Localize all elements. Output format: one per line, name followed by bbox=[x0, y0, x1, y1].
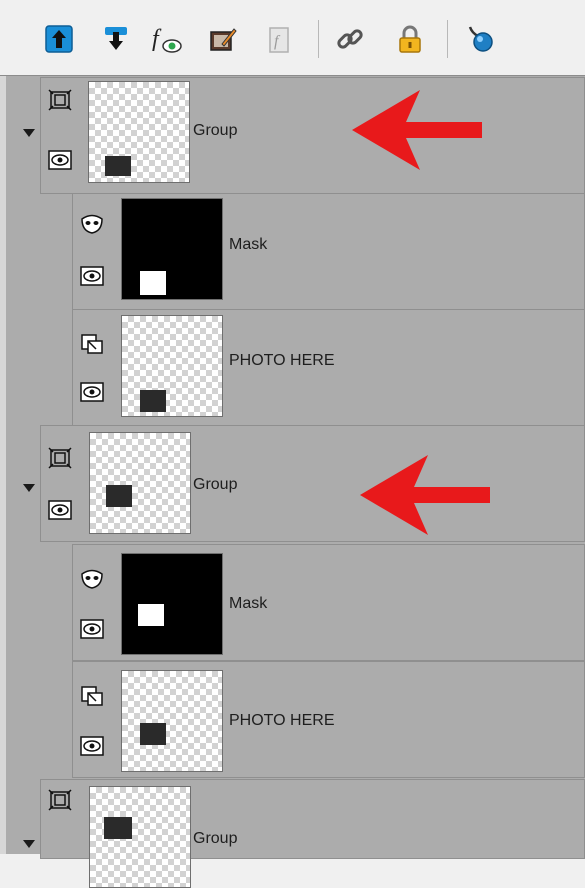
edit-layer-icon bbox=[210, 28, 237, 51]
layers-panel: Group Mask PHOTO HERE Group Mask PHOTO H… bbox=[0, 76, 585, 888]
layer-name-label: Group bbox=[193, 476, 238, 493]
edit-layer-button[interactable] bbox=[206, 22, 240, 56]
layer-row-group[interactable]: Group bbox=[40, 77, 585, 194]
layer-thumbnail bbox=[121, 315, 223, 417]
group-layer-icon bbox=[47, 788, 73, 812]
move-layer-up-icon bbox=[45, 25, 73, 53]
layer-thumbnail bbox=[89, 432, 191, 534]
layers-toolbar: f f bbox=[0, 0, 585, 76]
visibility-eye-icon[interactable] bbox=[79, 734, 105, 758]
layer-style-icon: f bbox=[269, 27, 289, 53]
layer-name-label: Mask bbox=[229, 595, 268, 612]
link-icon bbox=[337, 29, 363, 49]
layer-name-label: PHOTO HERE bbox=[229, 712, 335, 729]
visibility-eye-icon[interactable] bbox=[79, 380, 105, 404]
annotation-arrow bbox=[352, 90, 482, 170]
layer-row-photo[interactable]: PHOTO HERE bbox=[72, 661, 585, 778]
expand-collapse-toggle[interactable] bbox=[23, 484, 35, 492]
visibility-eye-icon[interactable] bbox=[79, 617, 105, 641]
mask-thumbnail bbox=[121, 553, 223, 655]
lock-icon bbox=[399, 25, 421, 53]
layer-name-label: Group bbox=[193, 122, 238, 139]
visibility-eye-icon[interactable] bbox=[47, 498, 73, 522]
toolbar-separator bbox=[447, 20, 448, 58]
expand-collapse-toggle[interactable] bbox=[23, 129, 35, 137]
layer-thumbnail bbox=[88, 81, 190, 183]
lock-button[interactable] bbox=[393, 22, 427, 56]
layer-style-button[interactable]: f bbox=[262, 22, 296, 56]
move-layer-down-icon bbox=[105, 27, 127, 50]
move-layer-up-button[interactable] bbox=[42, 22, 76, 56]
layer-name-label: Mask bbox=[229, 236, 268, 253]
annotation-arrow bbox=[360, 455, 490, 535]
layer-thumbnail bbox=[121, 670, 223, 772]
pin-button[interactable] bbox=[463, 22, 497, 56]
expand-collapse-toggle[interactable] bbox=[23, 840, 35, 848]
layer-row-group[interactable]: Group bbox=[40, 779, 585, 888]
layer-row-photo[interactable]: PHOTO HERE bbox=[72, 309, 585, 426]
raster-layer-icon bbox=[79, 332, 105, 356]
raster-layer-icon bbox=[79, 684, 105, 708]
layer-name-label: PHOTO HERE bbox=[229, 352, 335, 369]
svg-text:f: f bbox=[152, 26, 162, 52]
group-layer-icon bbox=[47, 88, 73, 112]
mask-thumbnail bbox=[121, 198, 223, 300]
layer-thumbnail bbox=[89, 786, 191, 888]
visibility-eye-icon[interactable] bbox=[79, 264, 105, 288]
layer-name-label: Group bbox=[193, 830, 238, 847]
layer-row-group[interactable]: Group bbox=[40, 425, 585, 542]
layer-row-mask[interactable]: Mask bbox=[72, 193, 585, 310]
visibility-eye-icon[interactable] bbox=[47, 148, 73, 172]
mask-icon bbox=[79, 212, 105, 236]
link-button[interactable] bbox=[333, 22, 367, 56]
group-layer-icon bbox=[47, 446, 73, 470]
layer-effects-button[interactable]: f bbox=[150, 22, 184, 56]
layer-row-mask[interactable]: Mask bbox=[72, 544, 585, 661]
pin-icon bbox=[468, 26, 493, 52]
mask-icon bbox=[79, 567, 105, 591]
layer-effects-icon: f bbox=[152, 26, 182, 53]
toolbar-separator bbox=[318, 20, 319, 58]
move-layer-down-button[interactable] bbox=[99, 22, 133, 56]
